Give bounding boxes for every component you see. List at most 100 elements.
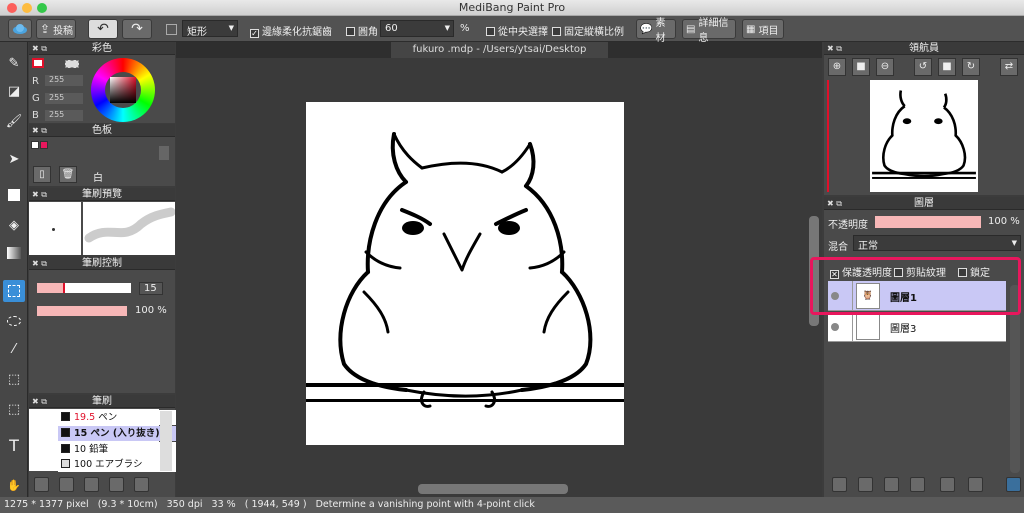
pen-tool-icon[interactable]: ✎ <box>3 52 25 74</box>
zoom-in-icon[interactable]: ⊕ <box>828 58 846 76</box>
undo-icon: ↶ <box>97 21 109 37</box>
text-tool-icon[interactable]: T <box>3 434 25 456</box>
layer-opacity-value: 100 % <box>988 216 1020 227</box>
close-panel-icon[interactable]: ✖ ⧉ <box>32 42 47 55</box>
hand-tool-icon[interactable]: ✋ <box>3 474 25 496</box>
fill-rect-tool-icon[interactable] <box>3 184 25 206</box>
brush-size-value[interactable]: 15 <box>139 282 163 295</box>
brush-tip-preview <box>29 202 81 255</box>
title-bar: MediBang Paint Pro <box>0 0 1024 16</box>
move-tool-icon[interactable]: ➤ <box>3 148 25 170</box>
select-eraser-tool-icon[interactable]: ⬚ <box>3 398 25 420</box>
foreground-color-swatch[interactable] <box>32 58 44 68</box>
b-value[interactable]: 255 <box>45 110 83 121</box>
round-corner-checkbox[interactable]: 圓角 <box>346 23 378 38</box>
fit-icon[interactable]: ■ <box>852 58 870 76</box>
navigator-panel: ✖ ⧉ 領航員 ⊕ ■ ⊖ ↺ ■ ↻ ⇄ <box>824 42 1024 195</box>
speech-bubble-icon: 💬 <box>640 23 653 35</box>
layer-row[interactable]: 圖層3 <box>828 312 1006 342</box>
r-value[interactable]: 255 <box>45 75 83 86</box>
navigator-thumbnail[interactable] <box>870 80 978 192</box>
drawing-canvas[interactable] <box>306 102 624 445</box>
delete-layer-icon[interactable] <box>1006 477 1021 492</box>
fixed-ratio-checkbox[interactable]: 固定縱橫比例 <box>552 23 624 38</box>
status-bar: 1275 * 1377 pixel (9.3 * 10cm) 350 dpi 3… <box>0 497 1024 513</box>
brush-control-panel: ✖ ⧉ 筆刷控制 15 100 % <box>29 257 175 393</box>
saturation-value-square[interactable] <box>110 77 136 103</box>
brush-tool-icon[interactable]: 🖌 <box>3 110 25 132</box>
reset-rotate-icon[interactable]: ■ <box>938 58 956 76</box>
add-layer-icon[interactable] <box>858 477 873 492</box>
brush-preview-panel: ✖ ⧉ 筆刷預覽 <box>29 188 176 255</box>
brush-stroke-preview <box>83 202 176 255</box>
layer-settings-icon[interactable] <box>884 477 899 492</box>
brush-color-swatch <box>61 428 70 437</box>
rotate-left-icon[interactable]: ↺ <box>914 58 932 76</box>
rect-select-tool-icon[interactable] <box>3 280 25 302</box>
highlight-annotation <box>810 257 1021 315</box>
palette-scrollbar[interactable] <box>159 146 169 160</box>
bucket-tool-icon[interactable]: ◈ <box>3 214 25 236</box>
undo-button[interactable]: ↶ <box>88 19 118 39</box>
layer-name: 圖層3 <box>890 324 917 335</box>
eye-icon[interactable] <box>831 323 839 331</box>
brush-settings-icon[interactable] <box>84 477 99 492</box>
flip-icon[interactable]: ⇄ <box>1000 58 1018 76</box>
new-layer-icon[interactable] <box>832 477 847 492</box>
close-panel-icon[interactable]: ✖ ⧉ <box>32 188 47 201</box>
brush-opacity-slider[interactable] <box>37 306 127 316</box>
magic-wand-tool-icon[interactable]: ⁄ <box>3 338 25 360</box>
canvas-horizontal-scrollbar[interactable] <box>418 484 568 494</box>
close-panel-icon[interactable]: ✖ ⧉ <box>827 197 842 210</box>
layers-panel: ✖ ⧉ 圖層 不透明度 100 % 混合 正常 ▼ ✕ 保護透明度 剪貼紋理 鎖定 <box>824 197 1024 497</box>
palette-swatch-white[interactable] <box>31 141 39 149</box>
post-button[interactable]: ⇪ 投稿 <box>36 19 76 39</box>
checkbox-box <box>552 27 561 36</box>
eraser-tool-icon[interactable]: ◪ <box>3 80 25 102</box>
folder-icon[interactable] <box>910 477 925 492</box>
new-file-icon[interactable]: ▯ <box>33 166 51 183</box>
percent-label: % <box>460 23 470 34</box>
shape-dropdown[interactable]: 矩形 ▼ <box>182 20 238 38</box>
material-button[interactable]: 💬 素材 <box>636 18 676 44</box>
color-panel-title: 彩色 <box>92 43 112 54</box>
layer-opacity-slider[interactable] <box>875 216 981 228</box>
new-brush-icon[interactable] <box>34 477 49 492</box>
antialias-checkbox[interactable]: ✓ 邊緣柔化抗鋸齒 <box>250 23 332 38</box>
duplicate-icon[interactable] <box>134 477 149 492</box>
lasso-tool-icon[interactable] <box>3 310 25 332</box>
palette-swatch-pink[interactable] <box>40 141 48 149</box>
close-panel-icon[interactable]: ✖ ⧉ <box>32 124 47 137</box>
merge-down-icon[interactable] <box>968 477 983 492</box>
brush-size-slider[interactable] <box>37 283 131 293</box>
app-title: MediBang Paint Pro <box>458 1 566 14</box>
g-label: G <box>32 93 40 104</box>
detail-info-button[interactable]: ▤ 詳細信息 <box>682 18 736 44</box>
add-brush-icon[interactable] <box>59 477 74 492</box>
center-select-checkbox[interactable]: 從中央選擇 <box>486 23 548 38</box>
cloud-icon[interactable] <box>8 19 32 39</box>
brush-list-scrollbar[interactable] <box>160 411 172 471</box>
round-corner-input[interactable]: 60 ▼ <box>380 20 454 37</box>
color-wheel[interactable] <box>91 58 155 122</box>
close-panel-icon[interactable]: ✖ ⧉ <box>32 395 47 408</box>
redo-button[interactable]: ↷ <box>122 19 152 39</box>
trash-icon[interactable]: 🗑 <box>59 166 77 183</box>
shape-preview-icon <box>166 24 177 35</box>
close-panel-icon[interactable]: ✖ ⧉ <box>32 257 47 270</box>
document-tab[interactable]: fukuro .mdp - /Users/ytsai/Desktop <box>391 42 608 58</box>
layer-thumbnail <box>856 314 880 340</box>
folder-icon[interactable] <box>109 477 124 492</box>
grid-icon: ▦ <box>746 23 756 35</box>
transparent-color-swatch[interactable] <box>65 60 79 68</box>
zoom-out-icon[interactable]: ⊖ <box>876 58 894 76</box>
select-pen-tool-icon[interactable]: ⬚ <box>3 368 25 390</box>
gradient-tool-icon[interactable] <box>3 242 25 264</box>
duplicate-layer-icon[interactable] <box>940 477 955 492</box>
redo-icon: ↷ <box>131 21 143 37</box>
close-panel-icon[interactable]: ✖ ⧉ <box>827 42 842 55</box>
items-button[interactable]: ▦ 項目 <box>742 19 784 39</box>
g-value[interactable]: 255 <box>45 93 83 104</box>
rotate-right-icon[interactable]: ↻ <box>962 58 980 76</box>
blend-mode-dropdown[interactable]: 正常 ▼ <box>853 235 1021 252</box>
